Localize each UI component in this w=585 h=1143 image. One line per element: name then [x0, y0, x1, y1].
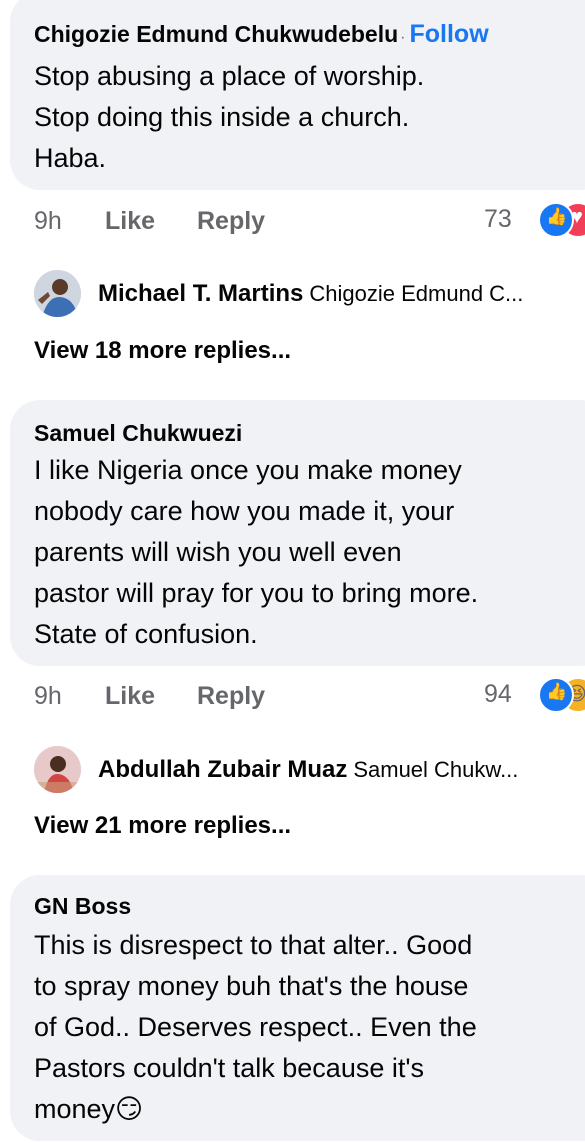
view-more-replies[interactable]: View 18 more replies... [34, 337, 291, 365]
reply-preview-row[interactable]: Michael T. Martins Chigozie Edmund C... [34, 270, 585, 320]
follow-button[interactable]: Follow [410, 20, 489, 48]
like-button[interactable]: Like [105, 682, 155, 711]
comment-actions: 9h Like Reply 94 [34, 677, 585, 717]
view-more-replies[interactable]: View 21 more replies... [34, 812, 291, 840]
comment-actions: 9h Like Reply 73 [34, 202, 585, 242]
avatar[interactable] [34, 270, 81, 317]
reaction-count[interactable]: 73 [484, 205, 512, 234]
comment-bubble: GN Boss This is disrespect to that alter… [10, 875, 585, 1141]
reply-author[interactable]: Michael T. Martins [98, 280, 303, 307]
comment-text: I like Nigeria once you make money nobod… [34, 455, 479, 649]
comment-author[interactable]: Samuel Chukwuezi [34, 420, 242, 446]
comment-timestamp[interactable]: 9h [34, 207, 62, 236]
comment-author[interactable]: GN Boss [34, 893, 131, 919]
like-icon[interactable] [538, 677, 574, 713]
reply-text-preview: Samuel Chukw... [353, 757, 519, 782]
like-icon[interactable] [538, 202, 574, 238]
comment-author[interactable]: Chigozie Edmund Chukwudebelu [34, 21, 398, 47]
reply-button[interactable]: Reply [197, 682, 265, 711]
reply-author[interactable]: Abdullah Zubair Muaz [98, 756, 347, 783]
comment-text: Stop abusing a place of worship. Stop do… [34, 61, 425, 173]
separator: · [400, 29, 406, 46]
avatar[interactable] [34, 746, 81, 793]
comment-bubble: Samuel Chukwuezi I like Nigeria once you… [10, 400, 585, 666]
reaction-count[interactable]: 94 [484, 680, 512, 709]
like-button[interactable]: Like [105, 207, 155, 236]
reply-preview-row[interactable]: Abdullah Zubair Muaz Samuel Chukw... [34, 746, 585, 796]
reply-text-preview: Chigozie Edmund C... [309, 281, 524, 306]
comment-timestamp[interactable]: 9h [34, 682, 62, 711]
comment-text: This is disrespect to that alter.. Good … [34, 930, 477, 1124]
reply-button[interactable]: Reply [197, 207, 265, 236]
comment-bubble: Chigozie Edmund Chukwudebelu · Follow Stop… [10, 0, 585, 190]
